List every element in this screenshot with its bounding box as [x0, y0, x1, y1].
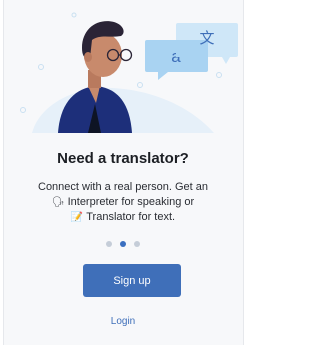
- login-link[interactable]: Login: [0, 316, 246, 327]
- memo-icon: 📝: [70, 212, 84, 223]
- description-line-3: Translator for text.: [83, 211, 176, 223]
- description-line-1: Connect with a real person. Get an: [38, 181, 208, 193]
- decor-circle: [20, 107, 26, 113]
- page-dot-3[interactable]: [134, 241, 140, 247]
- decor-circle: [71, 12, 77, 18]
- description: Connect with a real person. Get an 🗣 Int…: [12, 180, 234, 225]
- person-figure: [58, 21, 133, 133]
- cjk-character-glyph: 文: [199, 29, 214, 47]
- decor-circle: [216, 72, 222, 78]
- speaking-head-icon: 🗣: [51, 197, 65, 208]
- description-line-2: Interpreter for speaking or: [64, 196, 195, 208]
- hero-illustration: a 文: [20, 12, 238, 133]
- page-title: Need a translator?: [57, 150, 189, 167]
- page-dot-1[interactable]: [106, 241, 112, 247]
- decor-circle: [38, 64, 44, 70]
- pagination-dots: [0, 241, 246, 247]
- decor-circle: [137, 82, 143, 88]
- page-dot-2-active[interactable]: [120, 241, 126, 247]
- signup-button[interactable]: Sign up: [83, 264, 181, 297]
